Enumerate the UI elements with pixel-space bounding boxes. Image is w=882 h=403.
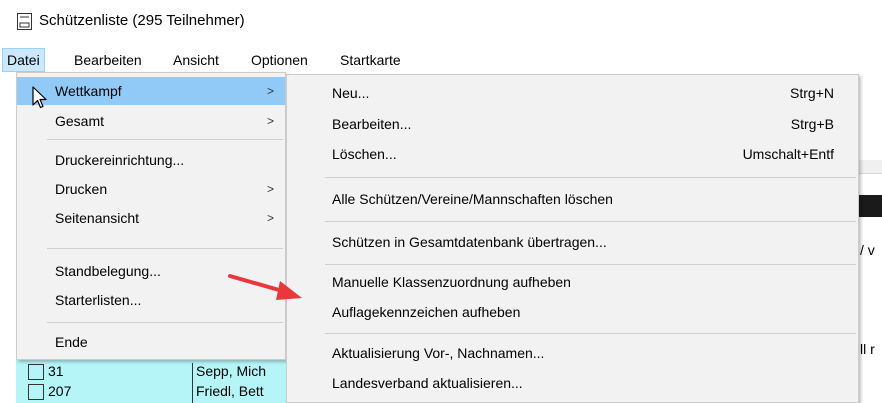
menu-item-label: Manuelle Klassenzuordnung aufheben (332, 274, 571, 290)
menu-bar: Datei Bearbeiten Ansicht Optionen Startk… (0, 48, 882, 72)
menu-item-shortcut: Strg+N (790, 85, 834, 101)
menu-item-label: Landesverband aktualisieren... (332, 375, 523, 391)
menu-item-label: Starterlisten... (55, 292, 142, 308)
menu-bearbeiten[interactable]: Bearbeiten (70, 48, 146, 72)
menu-item-shortcut: Strg+B (790, 116, 834, 132)
title-bar: Schützenliste (295 Teilnehmer) (0, 0, 882, 44)
menu-separator (325, 333, 856, 334)
menu-item-label: Wettkampf (55, 83, 122, 99)
window-title: Schützenliste (295 Teilnehmer) (39, 12, 245, 29)
menu-item-auflagekennzeichen[interactable]: Auflagekennzeichen aufheben (287, 298, 858, 326)
background-text-fragment: / v (860, 242, 875, 258)
menu-item-label: Neu... (332, 85, 370, 101)
menu-item-klassenzuordnung[interactable]: Manuelle Klassenzuordnung aufheben (287, 268, 858, 296)
menu-datei[interactable]: Datei (2, 48, 45, 72)
menu-item-alle-loeschen[interactable]: Alle Schützen/Vereine/Mannschaften lösch… (287, 185, 858, 213)
row-number: 207 (48, 383, 72, 399)
menu-item-label: Drucken (55, 181, 108, 197)
red-arrow-icon (228, 274, 302, 300)
menu-separator (47, 139, 283, 140)
menu-item-seitenansicht[interactable]: Seitenansicht > (17, 204, 285, 232)
menu-item-label: Schützen in Gesamtdatenbank übertragen..… (332, 234, 607, 250)
menu-separator (47, 322, 283, 323)
menu-item-bearbeiten[interactable]: Bearbeiten... Strg+B (287, 110, 858, 138)
menu-item-druckereinrichtung[interactable]: Druckereinrichtung... (17, 146, 285, 174)
chevron-right-icon: > (267, 114, 275, 128)
menu-separator (47, 248, 283, 249)
menu-item-label: Aktualisierung Vor-, Nachnamen... (332, 345, 545, 361)
menu-startkarte[interactable]: Startkarte (336, 48, 405, 72)
menu-item-label: Löschen... (332, 146, 397, 162)
row-checkbox[interactable] (28, 384, 44, 400)
menu-item-gesamt[interactable]: Gesamt > (17, 107, 285, 135)
table-row[interactable]: 31 Sepp, Mich (16, 362, 286, 383)
mouse-pointer-icon (32, 86, 47, 109)
background-text-fragment: ll r (860, 341, 875, 357)
wettkampf-submenu: Neu... Strg+N Bearbeiten... Strg+B Lösch… (286, 74, 859, 403)
menu-optionen[interactable]: Optionen (247, 48, 312, 72)
menu-item-drucken[interactable]: Drucken > (17, 175, 285, 203)
menu-item-label: Ende (55, 334, 88, 350)
menu-item-label: Auflagekennzeichen aufheben (332, 304, 521, 320)
row-number: 31 (48, 363, 64, 379)
row-checkbox[interactable] (28, 364, 44, 380)
menu-item-neu[interactable]: Neu... Strg+N (287, 79, 858, 107)
menu-item-label: Gesamt (55, 113, 105, 129)
menu-item-ende[interactable]: Ende (17, 328, 285, 356)
menu-item-label: Seitenansicht (55, 210, 140, 226)
chevron-right-icon: > (267, 211, 275, 225)
datei-menu: Wettkampf > Gesamt > Druckereinrichtung.… (16, 72, 286, 360)
menu-separator (325, 264, 856, 265)
menu-item-label: Bearbeiten... (332, 116, 412, 132)
menu-separator (325, 177, 856, 178)
menu-item-label: Druckereinrichtung... (55, 152, 185, 168)
menu-ansicht[interactable]: Ansicht (169, 48, 223, 72)
document-icon (17, 13, 32, 30)
menu-item-gesamtdatenbank[interactable]: Schützen in Gesamtdatenbank übertragen..… (287, 228, 858, 256)
row-name: Friedl, Bett (192, 383, 264, 403)
menu-separator (325, 221, 856, 222)
chevron-right-icon: > (267, 84, 275, 98)
table-row[interactable]: 207 Friedl, Bett (16, 382, 286, 403)
menu-item-landesverband[interactable]: Landesverband aktualisieren... (287, 369, 858, 397)
menu-item-shortcut: Umschalt+Entf (742, 146, 834, 162)
menu-item-loeschen[interactable]: Löschen... Umschalt+Entf (287, 140, 858, 168)
menu-item-label: Standbelegung... (55, 263, 161, 279)
background-table: 31 Sepp, Mich 207 Friedl, Bett (16, 360, 286, 403)
chevron-right-icon: > (267, 182, 275, 196)
menu-item-wettkampf[interactable]: Wettkampf > (17, 77, 285, 105)
menu-item-label: Alle Schützen/Vereine/Mannschaften lösch… (332, 191, 613, 207)
menu-item-aktualisierung-namen[interactable]: Aktualisierung Vor-, Nachnamen... (287, 339, 858, 367)
row-name: Sepp, Mich (192, 363, 266, 383)
